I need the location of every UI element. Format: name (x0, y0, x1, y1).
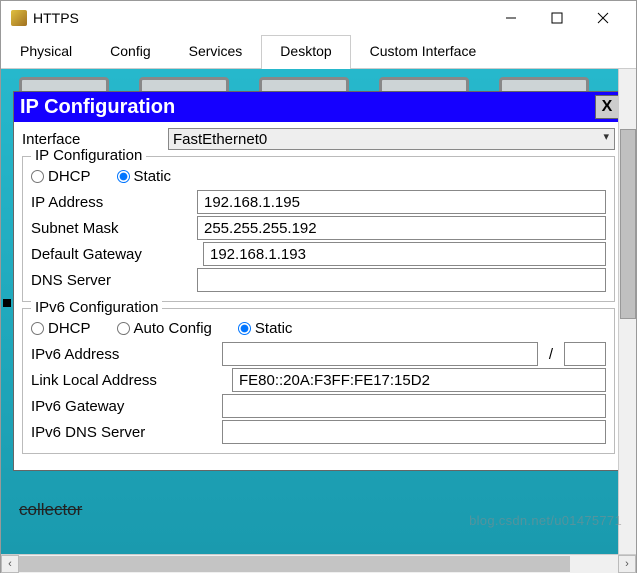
ipv6-gateway-label: IPv6 Gateway (31, 398, 216, 415)
scroll-right-button[interactable]: › (618, 555, 636, 573)
ipv6-dns-label: IPv6 DNS Server (31, 424, 216, 441)
ipv6-legend: IPv6 Configuration (31, 299, 162, 316)
default-gateway-label: Default Gateway (31, 246, 191, 263)
dns-server-input[interactable] (197, 268, 606, 292)
ipv6-auto-radio-label[interactable]: Auto Config (117, 320, 212, 337)
ip-config-close-button[interactable]: X (595, 95, 619, 119)
app-window: HTTPS Physical Config Services Desktop C… (0, 0, 637, 573)
tab-services[interactable]: Services (170, 35, 262, 68)
watermark-text: blog.csdn.net/u01475771 (469, 513, 622, 528)
ipv4-dhcp-radio[interactable] (31, 170, 44, 183)
tab-physical[interactable]: Physical (1, 35, 91, 68)
prefix-slash: / (544, 346, 558, 363)
ip-address-input[interactable] (197, 190, 606, 214)
horizontal-scrollbar[interactable]: ‹ › (1, 554, 636, 572)
ipv6-auto-radio[interactable] (117, 322, 130, 335)
ipv6-static-radio-label[interactable]: Static (238, 320, 293, 337)
subnet-mask-input[interactable] (197, 216, 606, 240)
tab-custom-interface[interactable]: Custom Interface (351, 35, 496, 68)
vertical-scroll-thumb[interactable] (620, 129, 636, 319)
scroll-left-button[interactable]: ‹ (1, 555, 19, 573)
horizontal-scroll-track[interactable] (19, 555, 618, 573)
ipv6-dhcp-radio-label[interactable]: DHCP (31, 320, 91, 337)
dns-server-label: DNS Server (31, 272, 191, 289)
ipv4-dhcp-radio-label[interactable]: DHCP (31, 168, 91, 185)
ipv4-fieldset: IP Configuration DHCP Static IP Address (22, 156, 615, 302)
ipv6-gateway-input[interactable] (222, 394, 606, 418)
tab-desktop[interactable]: Desktop (261, 35, 350, 68)
marker-icon (3, 299, 11, 307)
default-gateway-input[interactable] (203, 242, 606, 266)
ipv6-address-label: IPv6 Address (31, 346, 216, 363)
ipv6-address-input[interactable] (222, 342, 538, 366)
interface-label: Interface (22, 131, 162, 148)
ipv4-static-radio[interactable] (117, 170, 130, 183)
window-title: HTTPS (33, 10, 488, 26)
link-local-input[interactable] (232, 368, 606, 392)
titlebar: HTTPS (1, 1, 636, 35)
desktop-area: collector IP Configuration X Interface I… (1, 69, 636, 554)
ip-config-header: IP Configuration X (14, 92, 623, 122)
close-button[interactable] (580, 3, 626, 33)
ip-address-label: IP Address (31, 194, 191, 211)
ipv6-prefix-input[interactable] (564, 342, 606, 366)
ip-config-body: Interface IP Configuration DHCP (14, 122, 623, 470)
ipv4-static-radio-label[interactable]: Static (117, 168, 172, 185)
ipv6-static-radio[interactable] (238, 322, 251, 335)
ipv6-fieldset: IPv6 Configuration DHCP Auto Config S (22, 308, 615, 454)
ipv6-dns-input[interactable] (222, 420, 606, 444)
subnet-mask-label: Subnet Mask (31, 220, 191, 237)
window-buttons (488, 3, 626, 33)
ip-config-window: IP Configuration X Interface IP Configur… (13, 91, 624, 471)
interface-select-value[interactable] (168, 128, 615, 150)
minimize-button[interactable] (488, 3, 534, 33)
background-label: collector (19, 500, 82, 520)
app-icon (11, 10, 27, 26)
tab-config[interactable]: Config (91, 35, 169, 68)
ip-config-title: IP Configuration (20, 96, 595, 119)
tabbar: Physical Config Services Desktop Custom … (1, 35, 636, 69)
link-local-label: Link Local Address (31, 372, 216, 389)
ipv6-dhcp-radio[interactable] (31, 322, 44, 335)
interface-select[interactable] (168, 128, 615, 150)
maximize-button[interactable] (534, 3, 580, 33)
ipv4-legend: IP Configuration (31, 147, 146, 164)
vertical-scrollbar[interactable] (618, 69, 636, 554)
horizontal-scroll-thumb[interactable] (19, 556, 570, 572)
